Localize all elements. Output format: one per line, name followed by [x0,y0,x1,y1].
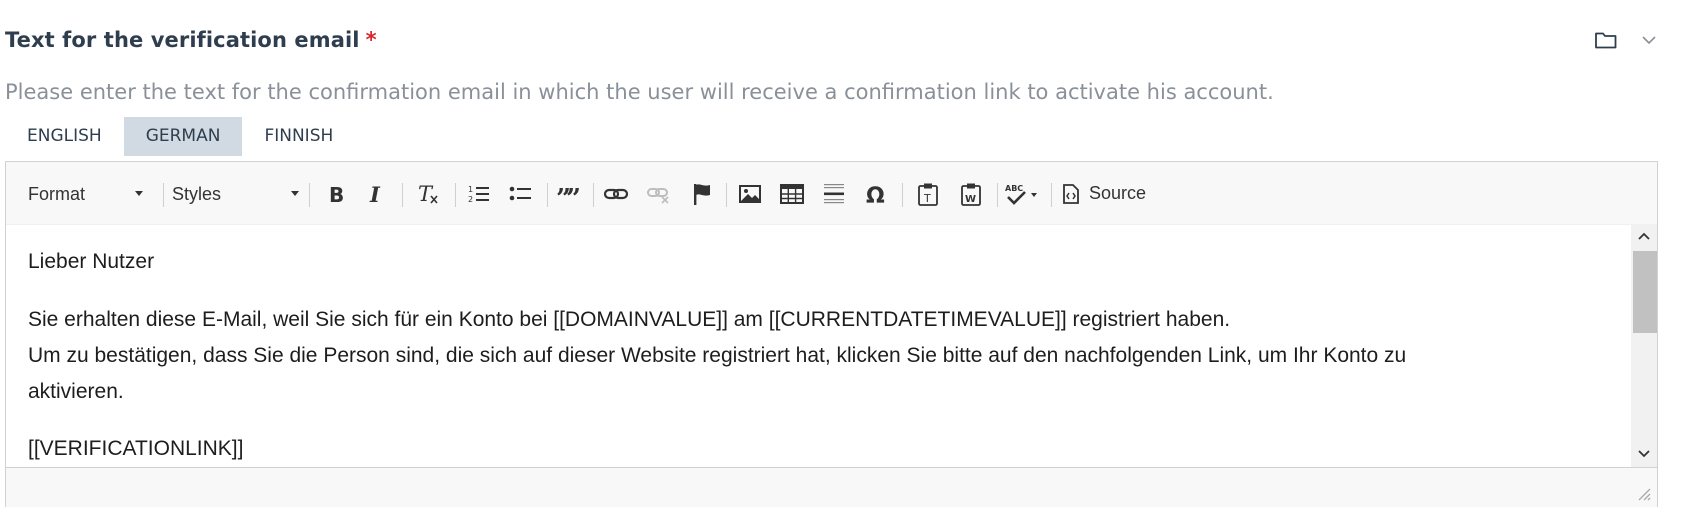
svg-text:I: I [369,183,381,205]
chevron-up-icon[interactable] [1637,231,1651,241]
field-description: Please enter the text for the confirmati… [5,80,1274,104]
source-label: Source [1089,183,1147,203]
table-icon[interactable] [774,162,810,225]
scrollbar-thumb[interactable] [1633,251,1657,333]
source-icon [1063,183,1079,204]
svg-text:”: ” [566,184,579,205]
unlink-icon[interactable] [641,162,677,225]
body-line-2: Um zu bestätigen, dass Sie die Person si… [28,344,1407,367]
header-actions [1594,30,1658,50]
editor-scrollbar[interactable] [1631,225,1657,467]
blockquote-icon[interactable]: ”” [550,162,584,225]
required-mark: * [365,28,377,52]
special-char-icon[interactable]: Ω [859,162,895,225]
italic-icon[interactable]: I [361,162,391,225]
svg-text:2: 2 [468,195,473,204]
toolbar-separator [902,183,903,207]
body-line-1: Sie erhalten diese E-Mail, weil Sie sich… [28,308,1231,331]
toolbar-separator [997,183,998,207]
caret-down-icon [291,191,299,196]
language-tabs: ENGLISH GERMAN FINNISH [5,117,355,156]
bold-icon[interactable]: B [321,162,351,225]
editor-status-bar [6,467,1657,507]
toolbar-separator [309,183,310,207]
source-button[interactable]: Source [1061,162,1157,225]
svg-text:ABC: ABC [1005,184,1023,193]
toolbar-separator [593,183,594,207]
bulleted-list-icon[interactable] [504,162,538,225]
toolbar-separator [726,183,727,207]
field-title: Text for the verification email * [5,28,377,52]
styles-label: Styles [172,183,222,204]
editor-content[interactable]: Lieber Nutzer Sie erhalten diese E-Mail,… [6,225,1632,467]
field-title-text: Text for the verification email [5,28,360,52]
paste-word-icon[interactable]: W [953,162,989,225]
toolbar-separator [547,183,548,207]
caret-down-icon [135,191,143,196]
svg-text:T: T [923,192,931,205]
toolbar-separator [163,183,164,207]
image-icon[interactable] [732,162,768,225]
resize-grip-icon[interactable] [1637,487,1651,501]
spellcheck-icon[interactable]: ABC [1001,162,1043,225]
format-dropdown[interactable]: Format [28,180,143,208]
toolbar-separator [1051,183,1052,207]
chevron-down-icon[interactable] [1637,449,1651,459]
format-label: Format [28,183,86,204]
numbered-list-icon[interactable]: 12 [462,162,496,225]
paste-text-icon[interactable]: T [910,162,946,225]
editor-toolbar: Format Styles B I T 12 ”” [6,162,1657,225]
tab-finnish[interactable]: FINNISH [242,117,355,156]
body-line-3: aktivieren. [28,380,124,403]
svg-text:W: W [965,194,976,205]
anchor-icon[interactable] [684,162,720,225]
rich-text-editor: Format Styles B I T 12 ”” [5,161,1658,507]
horizontal-line-icon[interactable] [816,162,852,225]
tab-german[interactable]: GERMAN [123,117,243,156]
svg-text:Ω: Ω [866,184,885,206]
link-icon[interactable] [598,162,634,225]
toolbar-separator [455,183,456,207]
tab-english[interactable]: ENGLISH [5,117,124,156]
svg-text:B: B [329,183,344,205]
verification-link-placeholder: [[VERIFICATIONLINK]] [28,437,244,460]
remove-format-icon[interactable]: T [412,162,446,225]
greeting-line: Lieber Nutzer [28,250,155,273]
styles-dropdown[interactable]: Styles [172,180,299,208]
svg-text:1: 1 [468,185,473,194]
chevron-down-icon[interactable] [1640,34,1658,46]
folder-icon[interactable] [1594,30,1618,50]
toolbar-separator [402,183,403,207]
